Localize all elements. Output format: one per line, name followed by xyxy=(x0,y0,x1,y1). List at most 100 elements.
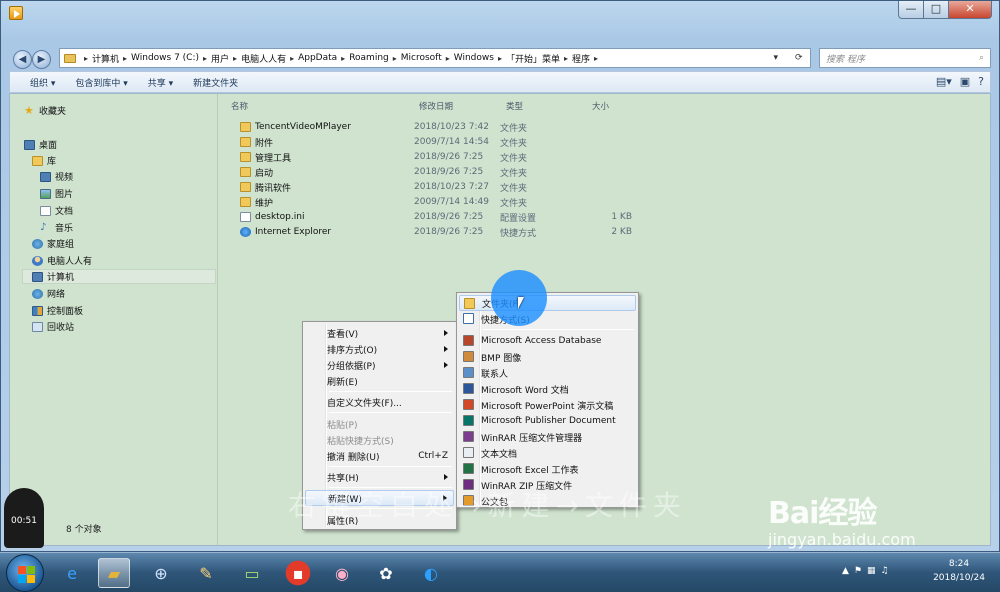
column-header-size[interactable]: 大小 xyxy=(592,100,609,112)
publisher-icon xyxy=(463,415,474,426)
file-explorer-icon[interactable]: ▰ xyxy=(98,558,130,588)
file-row[interactable]: TencentVideoMPlayer 2018/10/23 7:42 文件夹 xyxy=(240,120,680,134)
nav-videos[interactable]: 视频 xyxy=(40,170,73,183)
title-bar[interactable]: — □ ✕ xyxy=(1,1,999,25)
menu-item-undo-delete[interactable]: 撤消 删除(U) Ctrl+Z xyxy=(305,448,454,464)
nav-user-folder[interactable]: 电脑人人有 xyxy=(32,254,92,267)
share-button[interactable]: 共享 ▾ xyxy=(138,76,183,89)
nav-favorites[interactable]: ★ 收藏夹 xyxy=(24,104,66,118)
submenu-item[interactable]: 联系人 xyxy=(459,365,636,381)
breadcrumb-root-arrow[interactable]: ▸ xyxy=(80,49,92,67)
media-player-icon[interactable] xyxy=(9,6,23,20)
nav-computer[interactable]: 计算机 xyxy=(22,269,216,284)
nav-libraries[interactable]: 库 xyxy=(32,154,56,167)
breadcrumb-item[interactable]: 计算机 ▸ xyxy=(92,49,131,67)
file-date: 2018/10/23 7:27 xyxy=(414,182,489,192)
menu-separator xyxy=(329,466,452,467)
submenu-item[interactable]: Microsoft PowerPoint 演示文稿 xyxy=(459,397,636,413)
breadcrumb-item[interactable]: 程序 ▸ xyxy=(572,49,602,67)
start-button[interactable] xyxy=(6,554,44,592)
volume-icon[interactable]: ♫ xyxy=(881,566,889,576)
close-button[interactable]: ✕ xyxy=(948,1,992,19)
flag-icon[interactable]: ⚑ xyxy=(854,566,862,576)
menu-item-share[interactable]: 共享(H) xyxy=(305,469,454,485)
network-app-icon[interactable]: ⊕ xyxy=(145,558,177,588)
nav-homegroup[interactable]: 家庭组 xyxy=(32,237,74,250)
file-type: 配置设置 xyxy=(500,213,537,224)
breadcrumb-item[interactable]: Windows ▸ xyxy=(454,49,506,67)
nav-documents[interactable]: 文档 xyxy=(40,204,73,217)
menu-item-refresh[interactable]: 刷新(E) xyxy=(305,373,454,389)
maximize-button[interactable]: □ xyxy=(923,1,949,19)
column-header-type[interactable]: 类型 xyxy=(506,100,523,112)
breadcrumb-item[interactable]: Windows 7 (C:) ▸ xyxy=(131,49,211,67)
submenu-item[interactable]: Microsoft Publisher Document xyxy=(459,413,636,429)
submenu-item[interactable]: Microsoft Excel 工作表 xyxy=(459,461,636,477)
back-button[interactable]: ◀ xyxy=(13,50,32,69)
internet-explorer-icon[interactable]: e xyxy=(56,558,88,588)
nav-control-panel[interactable]: 控制面板 xyxy=(32,304,83,317)
file-row[interactable]: 腾讯软件 2018/10/23 7:27 文件夹 xyxy=(240,180,680,194)
include-in-library-button[interactable]: 包含到库中 ▾ xyxy=(65,76,137,89)
breadcrumb-item[interactable]: 用户 ▸ xyxy=(211,49,241,67)
submenu-arrow-icon xyxy=(444,346,448,352)
menu-item-customize-folder[interactable]: 自定义文件夹(F)... xyxy=(305,394,454,410)
submenu-item-folder[interactable]: 文件夹(F) xyxy=(459,295,636,311)
system-clock[interactable]: 8:24 2018/10/24 xyxy=(928,557,990,585)
column-header-date[interactable]: 修改日期 xyxy=(419,100,453,112)
file-name: 启动 xyxy=(240,166,414,179)
file-row[interactable]: 启动 2018/9/26 7:25 文件夹 xyxy=(240,165,680,179)
search-input[interactable]: 搜索 程序 ⌕ xyxy=(819,48,991,68)
organize-button[interactable]: 组织 ▾ xyxy=(20,76,65,89)
file-name: 管理工具 xyxy=(240,151,414,164)
help-icon[interactable]: ? xyxy=(978,75,984,88)
preview-pane-icon[interactable]: ▣ xyxy=(960,75,970,88)
file-row[interactable]: desktop.ini 2018/9/26 7:25 配置设置 1 KB xyxy=(240,210,680,224)
nav-desktop[interactable]: 桌面 xyxy=(24,138,57,151)
sticky-notes-icon[interactable]: ▭ xyxy=(236,558,268,588)
submenu-item-shortcut[interactable]: 快捷方式(S) xyxy=(459,311,636,327)
file-name: 附件 xyxy=(240,136,414,149)
flower-app-icon[interactable]: ✿ xyxy=(370,558,402,588)
network-status-icon[interactable]: ▦ xyxy=(867,566,876,576)
submenu-item[interactable]: BMP 图像 xyxy=(459,349,636,365)
file-row[interactable]: Internet Explorer 2018/9/26 7:25 快捷方式 2 KB xyxy=(240,225,680,239)
file-date: 2018/9/26 7:25 xyxy=(414,167,484,177)
menu-item-sort[interactable]: 排序方式(O) xyxy=(305,341,454,357)
winrar-icon xyxy=(463,431,474,442)
menu-item-group[interactable]: 分组依据(P) xyxy=(305,357,454,373)
file-size: 2 KB xyxy=(611,227,632,237)
file-row[interactable]: 管理工具 2018/9/26 7:25 文件夹 xyxy=(240,150,680,164)
nav-recycle-bin[interactable]: 回收站 xyxy=(32,320,74,333)
browser-app-icon[interactable]: ◐ xyxy=(415,558,447,588)
game-app-icon[interactable]: ▪ xyxy=(282,558,314,588)
paint-icon[interactable]: ✎ xyxy=(190,558,222,588)
dropdown-arrow-icon[interactable]: ▾ xyxy=(773,53,778,63)
refresh-icon[interactable]: ⟳ xyxy=(795,53,803,63)
nav-network[interactable]: 网络 xyxy=(32,287,65,300)
breadcrumb-item[interactable]: Roaming ▸ xyxy=(349,49,401,67)
submenu-item[interactable]: 文本文档 xyxy=(459,445,636,461)
breadcrumb-item[interactable]: 「开始」菜单 ▸ xyxy=(506,49,572,67)
submenu-item[interactable]: Microsoft Word 文档 xyxy=(459,381,636,397)
new-folder-button[interactable]: 新建文件夹 xyxy=(183,76,248,89)
breadcrumb-item[interactable]: AppData ▸ xyxy=(298,49,349,67)
breadcrumb-item[interactable]: Microsoft ▸ xyxy=(401,49,454,67)
file-row[interactable]: 附件 2009/7/14 14:54 文件夹 xyxy=(240,135,680,149)
view-options-icon[interactable]: ▤▾ xyxy=(936,75,952,88)
baidu-logo-text: Bai经验 xyxy=(768,496,877,531)
submenu-item[interactable]: Microsoft Access Database xyxy=(459,333,636,349)
address-bar[interactable]: ▸ 计算机 ▸ Windows 7 (C:) ▸ 用户 ▸ 电脑人人有 ▸ AppDat… xyxy=(59,48,811,68)
file-row[interactable]: 维护 2009/7/14 14:49 文件夹 xyxy=(240,195,680,209)
file-type: 快捷方式 xyxy=(500,228,537,239)
breadcrumb-item[interactable]: 电脑人人有 ▸ xyxy=(241,49,298,67)
nav-music[interactable]: ♪ 音乐 xyxy=(40,221,73,234)
tray-app-icon[interactable]: ▲ xyxy=(842,566,849,576)
forward-button[interactable]: ▶ xyxy=(32,50,51,69)
menu-item-view[interactable]: 查看(V) xyxy=(305,325,454,341)
nav-pictures[interactable]: 图片 xyxy=(40,187,73,200)
column-header-name[interactable]: 名称 xyxy=(231,100,248,112)
minimize-button[interactable]: — xyxy=(898,1,924,19)
media-app-icon[interactable]: ◉ xyxy=(326,558,358,588)
submenu-item[interactable]: WinRAR 压缩文件管理器 xyxy=(459,429,636,445)
